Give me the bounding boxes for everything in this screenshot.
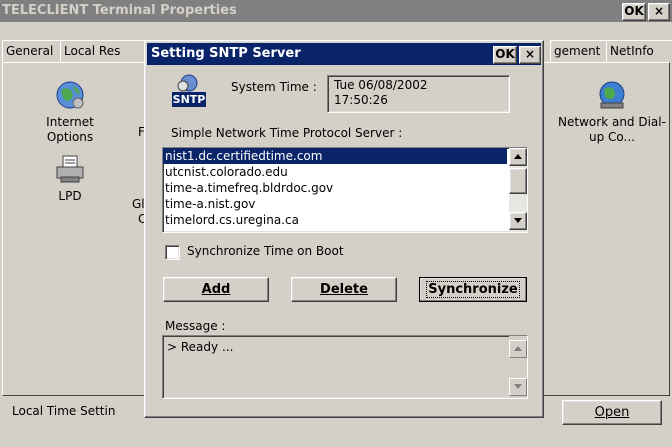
sync-on-boot-checkbox[interactable] [165, 245, 180, 260]
tab-local-resources[interactable]: Local Res [60, 40, 148, 62]
scroll-up-arrow-icon [514, 154, 522, 159]
message-scroll-down-arrow-icon [514, 384, 522, 389]
tab-netinfo[interactable]: NetInfo [606, 40, 672, 62]
sync-on-boot-label: Synchronize Time on Boot [187, 244, 344, 258]
main-window-title: TELECLIENT Terminal Properties [2, 3, 237, 18]
add-button[interactable]: Add [163, 277, 269, 302]
server-list-item[interactable]: nist1.dc.certifiedtime.com [163, 148, 507, 164]
main-close-button[interactable]: × [648, 3, 670, 21]
delete-button[interactable]: Delete [291, 277, 397, 302]
clock-globe-icon [177, 74, 198, 92]
globe-settings-icon [56, 81, 84, 109]
message-scroll-up-button[interactable] [509, 340, 527, 358]
system-time-clock: 17:50:26 [334, 93, 388, 107]
synchronize-button[interactable]: Synchronize [419, 277, 527, 302]
scroll-down-button[interactable] [509, 212, 527, 230]
open-button[interactable]: Open [562, 400, 662, 425]
server-list-label: Simple Network Time Protocol Server : [171, 126, 403, 140]
delete-button-label: Delete [320, 282, 368, 297]
open-button-label: Open [594, 405, 630, 420]
sntp-icon: SNTP [171, 73, 207, 109]
lpd-label: LPD [58, 189, 82, 203]
internet-options-label: Internet Options [46, 115, 94, 144]
server-list-item[interactable]: time-a.nist.gov [163, 196, 507, 212]
message-scrollbar[interactable] [509, 336, 527, 398]
dialog-close-button[interactable]: × [519, 46, 541, 64]
server-list-item[interactable]: utcnist.colorado.edu [163, 164, 507, 180]
system-time-label: System Time : [231, 80, 317, 94]
message-label: Message : [165, 319, 226, 333]
dialog-title: Setting SNTP Server [151, 46, 301, 61]
scroll-thumb[interactable] [509, 168, 527, 194]
add-button-label: Add [201, 282, 231, 297]
partial-label-gl: Gl [132, 197, 145, 211]
server-list-item[interactable]: timelord.cs.uregina.ca [163, 212, 507, 228]
status-text: Local Time Settin [12, 404, 116, 418]
main-ok-button[interactable]: OK [622, 3, 646, 21]
scroll-down-arrow-icon [514, 218, 522, 223]
server-list-scrollbar[interactable] [509, 148, 527, 232]
network-dialup-label: Network and Dial-up Co... [558, 115, 666, 144]
internet-options-item[interactable]: Internet Options [30, 78, 110, 145]
message-scroll-down-button[interactable] [509, 378, 527, 396]
message-text: > Ready ... [167, 340, 234, 354]
message-box: > Ready ... [162, 335, 528, 399]
system-time-box: Tue 06/08/2002 17:50:26 [327, 75, 510, 113]
scroll-up-button[interactable] [509, 148, 527, 166]
synchronize-button-label: Synchronize [426, 281, 520, 298]
system-time-date: Tue 06/08/2002 [334, 78, 428, 92]
dialog-ok-button[interactable]: OK [493, 46, 517, 64]
sntp-icon-text: SNTP [172, 92, 206, 107]
tab-general[interactable]: General [2, 40, 64, 62]
network-dialup-item[interactable]: Network and Dial-up Co... [556, 78, 668, 145]
network-globe-icon [599, 81, 625, 109]
printer-icon [56, 155, 84, 183]
message-scroll-up-arrow-icon [514, 346, 522, 351]
dialog-titlebar[interactable]: Setting SNTP Server OK × [147, 43, 541, 65]
server-list-item[interactable]: time-a.timefreq.bldrdoc.gov [163, 180, 507, 196]
server-list[interactable]: nist1.dc.certifiedtime.com utcnist.colora… [162, 147, 528, 233]
sntp-dialog: Setting SNTP Server OK × SNTP System Tim… [144, 40, 544, 418]
tab-management[interactable]: gement [550, 40, 608, 62]
main-titlebar[interactable]: TELECLIENT Terminal Properties OK × [0, 0, 672, 22]
lpd-item[interactable]: LPD [30, 152, 110, 204]
